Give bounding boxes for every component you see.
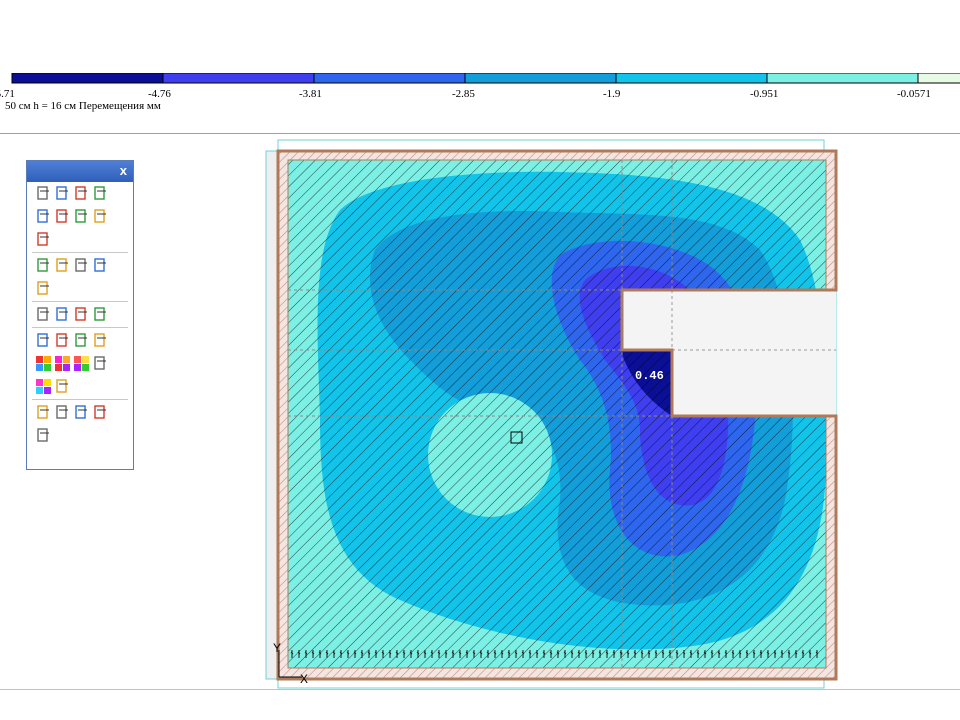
rotation-icon[interactable] <box>92 306 109 323</box>
tools-row <box>27 424 133 447</box>
axis-y-label: Y <box>273 641 281 655</box>
node-h-icon[interactable] <box>54 257 71 274</box>
grid-dense-icon[interactable] <box>92 257 109 274</box>
mesh-icon[interactable] <box>54 306 71 323</box>
color-fill-icon[interactable] <box>35 378 52 395</box>
triangle-icon[interactable] <box>54 332 71 349</box>
tools-panel-titlebar[interactable]: x <box>27 161 133 182</box>
pencil-n-icon[interactable] <box>54 208 71 225</box>
gradient2-icon[interactable] <box>73 355 90 372</box>
n-marker-icon[interactable] <box>54 378 71 395</box>
tools-row <box>27 329 133 352</box>
load-icon[interactable] <box>73 306 90 323</box>
tools-row <box>27 205 133 228</box>
close-icon[interactable]: x <box>120 163 127 178</box>
circle-select-icon[interactable] <box>73 404 90 421</box>
tools-row <box>27 182 133 205</box>
gradient-icon[interactable] <box>54 355 71 372</box>
k-select-icon[interactable] <box>35 427 52 444</box>
tools-row <box>27 228 133 251</box>
tools-row <box>27 375 133 398</box>
tools-separator <box>32 327 128 328</box>
view-3d-icon[interactable] <box>73 185 90 202</box>
tools-separator <box>32 399 128 400</box>
view-3d-n-icon[interactable] <box>92 185 109 202</box>
tools-row <box>27 277 133 300</box>
curve-icon[interactable] <box>92 355 109 372</box>
tools-panel: x <box>26 160 134 470</box>
node-number-icon[interactable] <box>73 332 90 349</box>
color-map-icon[interactable] <box>35 355 52 372</box>
bottom-separator <box>0 689 960 690</box>
tools-row <box>27 303 133 326</box>
grid-icon[interactable] <box>73 257 90 274</box>
beam-icon[interactable] <box>35 306 52 323</box>
view-front-icon[interactable] <box>35 185 52 202</box>
tools-separator <box>32 301 128 302</box>
column-icon[interactable] <box>73 208 90 225</box>
column-n-icon[interactable] <box>92 208 109 225</box>
element-number-icon[interactable] <box>92 332 109 349</box>
tools-row <box>27 401 133 424</box>
section-icon[interactable] <box>35 231 52 248</box>
n-select-icon[interactable] <box>54 404 71 421</box>
tools-row <box>27 254 133 277</box>
axis-x-label: X <box>300 672 308 686</box>
contour-plot: 0.46 Y X <box>265 139 838 689</box>
value-label: 0.46 <box>635 369 664 383</box>
view-n-icon[interactable] <box>54 185 71 202</box>
edit-pencil-icon[interactable] <box>35 208 52 225</box>
fix-icon[interactable] <box>35 332 52 349</box>
tools-row <box>27 352 133 375</box>
node-link-icon[interactable] <box>35 257 52 274</box>
f-select-icon[interactable] <box>92 404 109 421</box>
tools-separator <box>32 252 128 253</box>
b-select-icon[interactable] <box>35 404 52 421</box>
node-frame-icon[interactable] <box>35 280 52 297</box>
